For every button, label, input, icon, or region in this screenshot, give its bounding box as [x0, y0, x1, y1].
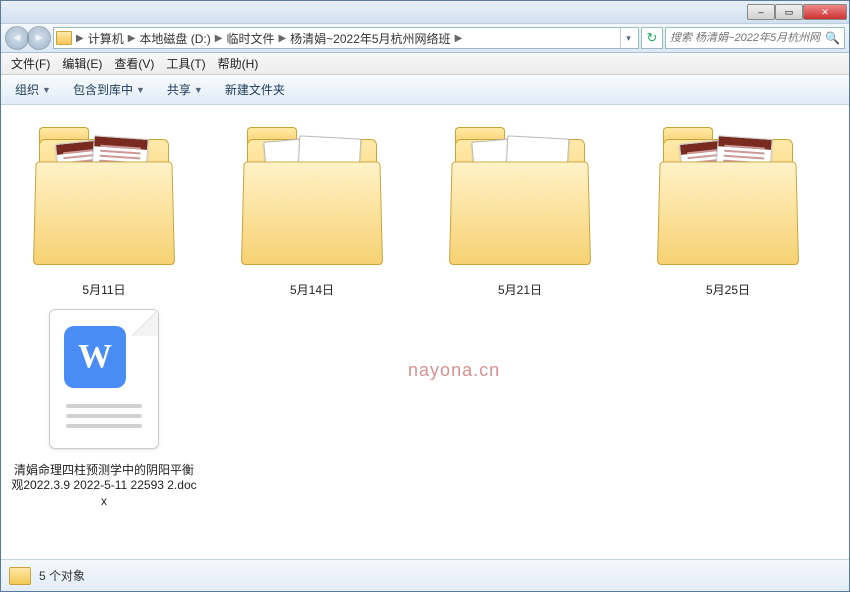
chevron-down-icon: ▼: [136, 85, 145, 95]
address-right: ▾: [620, 28, 636, 48]
back-button[interactable]: ◄: [5, 26, 29, 50]
minimize-button[interactable]: –: [747, 4, 775, 20]
refresh-button[interactable]: ↻: [641, 27, 663, 49]
chevron-right-icon: ▶: [278, 33, 286, 44]
menu-file[interactable]: 文件(F): [5, 53, 56, 74]
explorer-window: – ▭ ✕ ◄ ► ▶ 计算机 ▶ 本地磁盘 (D:) ▶ 临时文件 ▶ 杨清娟…: [0, 0, 850, 592]
search-input[interactable]: [670, 32, 821, 44]
forward-button[interactable]: ►: [27, 26, 51, 50]
folder-item[interactable]: 5月11日: [9, 119, 199, 299]
chevron-right-icon: ▶: [76, 33, 84, 44]
nav-buttons: ◄ ►: [5, 26, 51, 50]
folder-icon: [56, 31, 72, 45]
menu-tools[interactable]: 工具(T): [160, 53, 211, 74]
close-button[interactable]: ✕: [803, 4, 847, 20]
folder-item[interactable]: 5月25日: [633, 119, 823, 299]
menu-view[interactable]: 查看(V): [108, 53, 160, 74]
toolbar: 组织 ▼ 包含到库中 ▼ 共享 ▼ 新建文件夹: [1, 75, 849, 105]
search-box[interactable]: 🔍: [665, 27, 845, 49]
folder-item[interactable]: ♪M4A ♪M4A 5月14日: [217, 119, 407, 299]
status-count: 5 个对象: [39, 567, 85, 584]
menu-bar: 文件(F) 编辑(E) 查看(V) 工具(T) 帮助(H): [1, 53, 849, 75]
content-area[interactable]: 5月11日 ♪M4A ♪M4A 5月14日 ♪M4A ♪M4A: [1, 105, 849, 559]
folder-icon: [653, 119, 803, 279]
breadcrumb-bar[interactable]: ▶ 计算机 ▶ 本地磁盘 (D:) ▶ 临时文件 ▶ 杨清娟~2022年5月杭州…: [53, 27, 639, 49]
chevron-down-icon: ▼: [42, 85, 51, 95]
status-bar: 5 个对象: [1, 559, 849, 591]
maximize-button[interactable]: ▭: [775, 4, 803, 20]
folder-label: 5月21日: [498, 283, 542, 299]
crumb-folder-current[interactable]: 杨清娟~2022年5月杭州网络班: [290, 30, 450, 47]
chevron-right-icon: ▶: [455, 33, 463, 44]
titlebar: – ▭ ✕: [1, 1, 849, 23]
organize-button[interactable]: 组织 ▼: [7, 78, 59, 101]
menu-help[interactable]: 帮助(H): [212, 53, 265, 74]
file-item[interactable]: W 清娟命理四柱预测学中的阴阳平衡观2022.3.9 2022-5-11 225…: [9, 309, 199, 510]
folder-icon: ♪M4A ♪M4A: [237, 119, 387, 279]
chevron-down-icon: ▼: [194, 85, 203, 95]
new-folder-button[interactable]: 新建文件夹: [217, 78, 293, 101]
menu-edit[interactable]: 编辑(E): [56, 53, 108, 74]
folder-icon: [29, 119, 179, 279]
share-button[interactable]: 共享 ▼: [159, 78, 211, 101]
folder-label: 5月14日: [290, 283, 334, 299]
folder-label: 5月25日: [706, 283, 750, 299]
folder-icon: ♪M4A ♪M4A: [445, 119, 595, 279]
crumb-drive[interactable]: 本地磁盘 (D:): [139, 30, 210, 47]
folder-label: 5月11日: [82, 283, 125, 299]
search-icon: 🔍: [825, 31, 840, 45]
address-bar: ◄ ► ▶ 计算机 ▶ 本地磁盘 (D:) ▶ 临时文件 ▶ 杨清娟~2022年…: [1, 23, 849, 53]
window-controls: – ▭ ✕: [747, 4, 847, 20]
chevron-right-icon: ▶: [215, 33, 223, 44]
docx-icon: W: [44, 309, 164, 459]
folder-icon: [9, 567, 31, 585]
word-badge-icon: W: [64, 326, 126, 388]
crumb-computer[interactable]: 计算机: [88, 30, 124, 47]
chevron-right-icon: ▶: [128, 33, 136, 44]
include-in-library-button[interactable]: 包含到库中 ▼: [65, 78, 153, 101]
file-label: 清娟命理四柱预测学中的阴阳平衡观2022.3.9 2022-5-11 22593…: [9, 463, 199, 510]
crumb-folder-temp[interactable]: 临时文件: [226, 30, 274, 47]
folder-item[interactable]: ♪M4A ♪M4A 5月21日: [425, 119, 615, 299]
address-dropdown[interactable]: ▾: [620, 28, 636, 48]
items-grid: 5月11日 ♪M4A ♪M4A 5月14日 ♪M4A ♪M4A: [1, 105, 849, 523]
